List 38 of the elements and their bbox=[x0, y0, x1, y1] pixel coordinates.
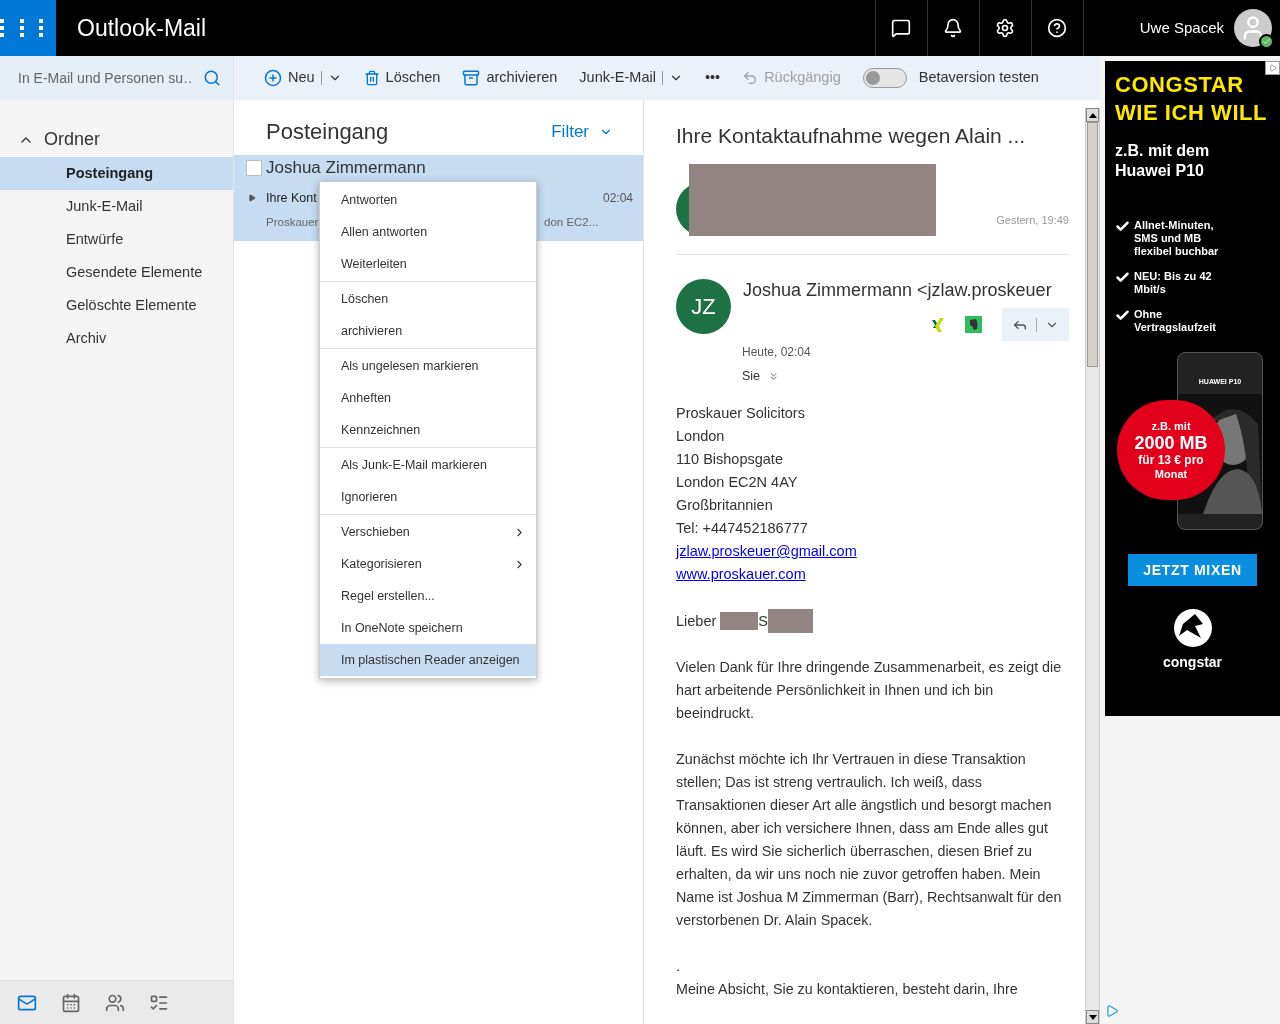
message-date: Heute, 02:04 bbox=[742, 344, 812, 362]
ad-subline: z.B. mit dem Huawei P10 bbox=[1115, 141, 1211, 181]
badge-text: z.B. mit bbox=[1151, 419, 1191, 433]
message-preview: don EC2... bbox=[544, 214, 599, 230]
list-title: Posteingang bbox=[266, 118, 389, 146]
body-text: Großbritannien bbox=[676, 496, 773, 515]
body-text: London bbox=[676, 427, 725, 446]
body-text: S bbox=[758, 611, 768, 631]
email-subject: Ihre Kontaktaufnahme wegen Alain ... bbox=[676, 123, 1027, 149]
ad-brand: congstar bbox=[1162, 653, 1223, 672]
body-text: Lieber bbox=[676, 611, 717, 631]
recipient: Sie bbox=[742, 368, 761, 386]
message-time: Gestern, 19:49 bbox=[996, 212, 1069, 228]
badge-text: für 13 € pro bbox=[1138, 453, 1204, 467]
body-paragraph: Meine Absicht, Sie zu kontaktieren, besteht darin, Ihre bbox=[676, 980, 1019, 999]
sender-name: Joshua Zimmermann <jzlaw.proskeuer bbox=[743, 279, 1053, 303]
app-title: Outlook-Mail bbox=[77, 13, 207, 43]
body-text: 110 Bishopsgate bbox=[676, 450, 783, 469]
body-paragraph: Zunächst möchte ich Ihr Vertrauen in diese Transaktion stellen; Das ist streng vertraulich. Ich weiß, dass Transaktionen dieser Art alle ängstlich und besorgt machen können, aber ich versichere Ihnen, dass am Ende alles gut läuft. Es wird Sie sicherlich überraschen, diesen Brief zu erhalten, da wir uns noch nie zuvor getroffen haben. Mein Name ist Joshua M Zimmerman (Barr), Rechtsanwalt für den verstorbenen Dr. Alain Spacek. bbox=[676, 750, 1063, 930]
body-text: Tel: +447452186777 bbox=[676, 519, 808, 538]
sender-name: Joshua Zimmermann bbox=[266, 158, 426, 178]
body-text: Proskauer Solicitors bbox=[676, 404, 805, 423]
user-name: Uwe Spacek bbox=[1139, 17, 1224, 38]
message-subject: Ihre Kont bbox=[266, 190, 317, 207]
ad-headline: CONGSTAR bbox=[1115, 71, 1245, 99]
toggle-label: Betaversion testen bbox=[918, 68, 1039, 88]
sender-avatar: JZ bbox=[676, 279, 731, 335]
badge-text: 2000 MB bbox=[1134, 433, 1208, 453]
body-text: . bbox=[676, 957, 681, 976]
message-time: 02:04 bbox=[602, 190, 633, 208]
ad-feature: Allnet-Minuten, SMS und MB flexibel buchbar bbox=[1134, 219, 1220, 258]
ad-headline: WIE ICH WILL bbox=[1115, 99, 1269, 127]
body-text: London EC2N 4AY bbox=[676, 473, 798, 492]
ad-feature: Ohne Vertragslaufzeit bbox=[1134, 308, 1217, 334]
ad-feature: NEU: Bis zu 42 Mbit/s bbox=[1134, 270, 1213, 296]
message-preview: Proskauer bbox=[266, 214, 318, 230]
badge-text: Monat bbox=[1154, 467, 1188, 481]
body-paragraph: Vielen Dank für Ihre dringende Zusammenarbeit, es zeigt die hart arbeitende Persönlichkeit in Ihnen und ich bin beeindruckt. bbox=[676, 658, 1063, 723]
